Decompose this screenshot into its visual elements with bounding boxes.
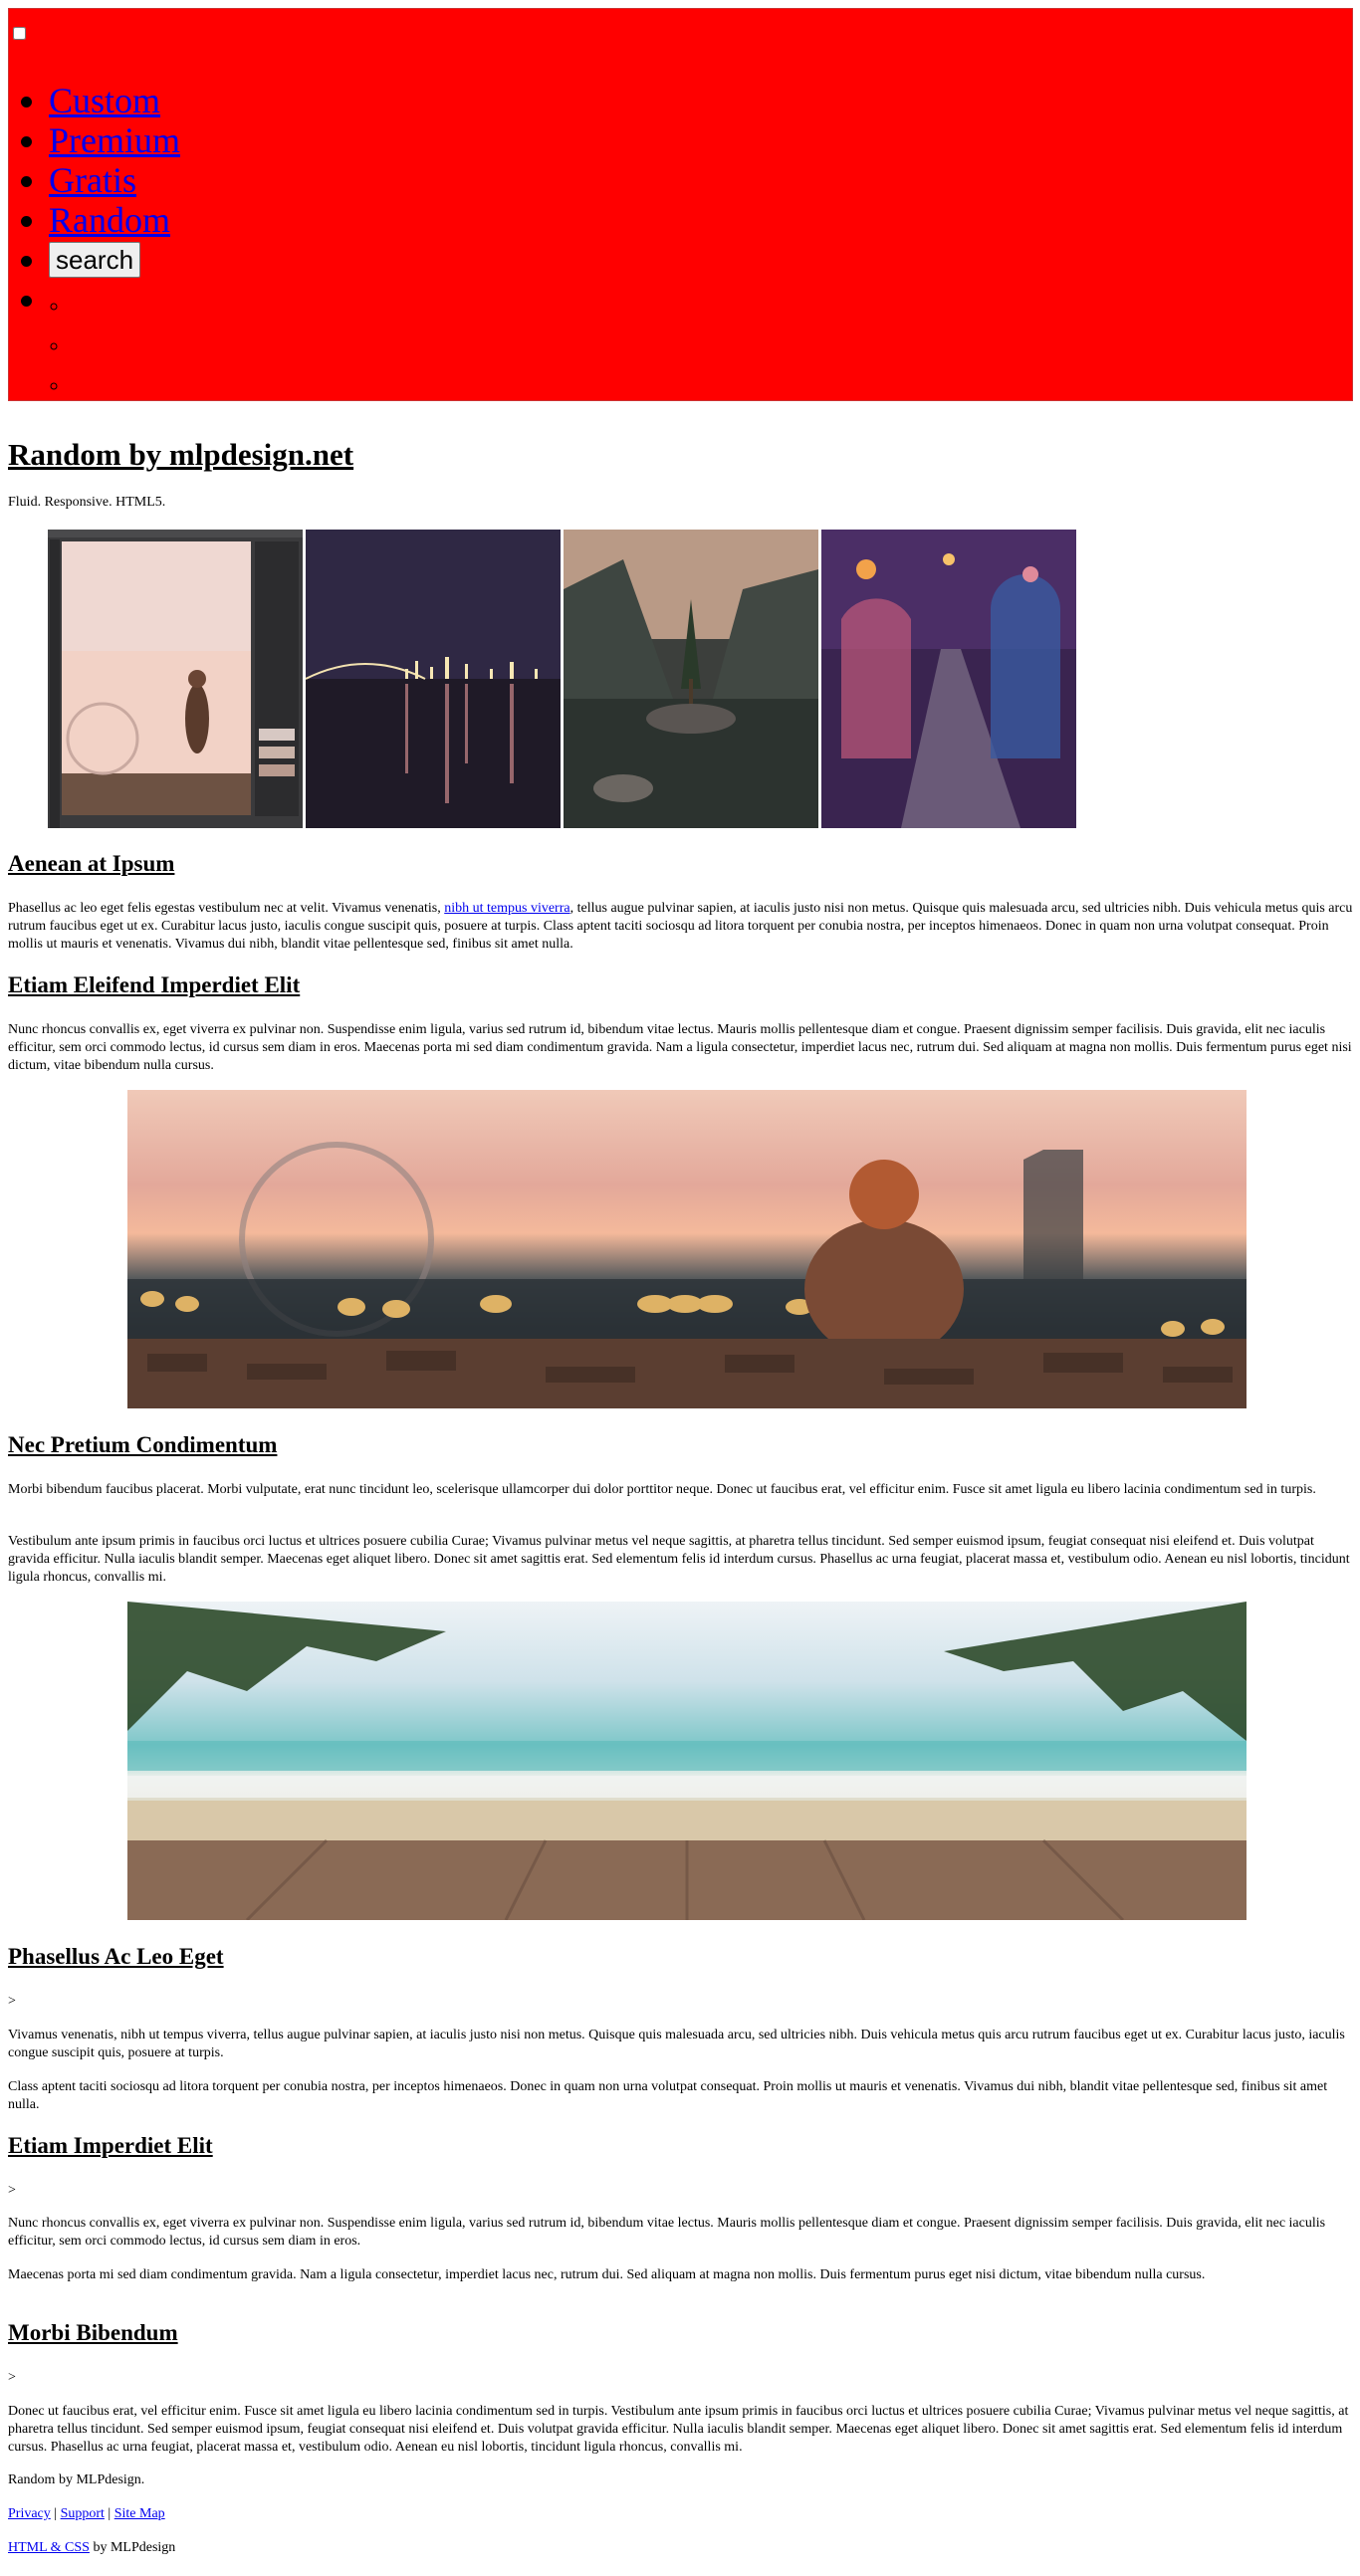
footer-separator: | [108, 2506, 112, 2521]
footer-bottom: HTML & CSS by MLPdesign [8, 2539, 175, 2557]
footer-link-support[interactable]: Support [61, 2506, 105, 2521]
menu-toggle-checkbox[interactable] [13, 27, 26, 40]
section-heading-etiam-imperdiet: Etiam Imperdiet Elit [8, 2133, 213, 2158]
mountain-lake-image [564, 530, 818, 828]
search-button[interactable]: search [49, 242, 141, 278]
nav-link-premium[interactable]: Premium [49, 120, 180, 160]
section-heading-morbi: Morbi Bibendum [8, 2320, 178, 2345]
section-heading-etiam-eleifend: Etiam Eleifend Imperdiet Elit [8, 972, 301, 997]
submenu-item [69, 325, 180, 365]
inline-link-nibh[interactable]: nibh ut tempus viverra [444, 901, 569, 916]
submenu [49, 286, 180, 405]
nav-item-premium: Premium [49, 120, 180, 160]
section-nec-pretium-paragraph-1: Morbi bibendum faucibus placerat. Morbi … [8, 1482, 1316, 1497]
section-etiam-imperdiet-paragraph-1: Nunc rhoncus convallis ex, eget viverra … [8, 2216, 1326, 2249]
main-nav: Custom Premium Gratis Random search [9, 81, 180, 320]
nav-item-custom: Custom [49, 81, 180, 120]
section-heading-nec-pretium: Nec Pretium Condimentum [8, 1432, 278, 1457]
tagline: Fluid. Responsive. HTML5. [8, 495, 166, 510]
footer-links: Privacy | Support | Site Map [8, 2505, 165, 2523]
section-marker: > [8, 1994, 16, 2009]
nav-link-gratis[interactable]: Gratis [49, 160, 136, 200]
section-etiam-imperdiet-paragraph-2: Maecenas porta mi sed diam condimentum g… [8, 2267, 1206, 2282]
thumbnail-market-street[interactable] [821, 530, 1076, 828]
section-phasellus-paragraph-1: Vivamus venenatis, nibh ut tempus viverr… [8, 2028, 1345, 2060]
city-night-image [306, 530, 561, 828]
market-street-image [821, 530, 1076, 828]
footer-link-html-css[interactable]: HTML & CSS [8, 2540, 90, 2555]
banner-sunset-image [127, 1090, 1247, 1408]
nav-link-random[interactable]: Random [49, 200, 170, 240]
section-morbi-paragraph: Donec ut faucibus erat, vel efficitur en… [8, 2404, 1349, 2455]
beach-illustration [127, 1602, 1247, 1920]
thumbnail-editor-screenshot[interactable] [48, 530, 303, 828]
footer-credit: Random by MLPdesign. [8, 2472, 145, 2487]
section-aenean-paragraph: Phasellus ac leo eget felis egestas vest… [8, 900, 1354, 954]
thumbnail-city-night[interactable] [306, 530, 561, 828]
editor-screenshot-image [48, 530, 303, 828]
section-phasellus-paragraph-2: Class aptent taciti sociosqu ad litora t… [8, 2079, 1328, 2112]
footer-separator: | [54, 2506, 58, 2521]
nav-item-random: Random [49, 200, 180, 240]
nav-item-gratis: Gratis [49, 160, 180, 200]
nav-item-search: search [49, 240, 180, 280]
section-marker: > [8, 2183, 16, 2198]
nav-item-submenu [49, 280, 180, 320]
site-header: Custom Premium Gratis Random search [8, 8, 1353, 401]
nav-link-custom[interactable]: Custom [49, 81, 160, 120]
thumbnail-strip [48, 530, 1076, 828]
section-heading-aenean: Aenean at Ipsum [8, 851, 175, 876]
thumbnail-mountain-lake[interactable] [564, 530, 818, 828]
footer-link-privacy[interactable]: Privacy [8, 2506, 51, 2521]
section-etiam-eleifend-paragraph: Nunc rhoncus convallis ex, eget viverra … [8, 1022, 1352, 1073]
paragraph-text: Phasellus ac leo eget felis egestas vest… [8, 901, 445, 916]
submenu-item [69, 365, 180, 405]
sunset-wall-illustration [127, 1142, 1247, 1408]
footer-link-site-map[interactable]: Site Map [114, 2506, 165, 2521]
section-heading-phasellus: Phasellus Ac Leo Eget [8, 1944, 224, 1969]
footer-bottom-suffix: by MLPdesign [89, 2540, 176, 2555]
page-title: Random by mlpdesign.net [8, 437, 354, 472]
section-marker: > [8, 2370, 16, 2385]
submenu-item [69, 286, 180, 325]
section-nec-pretium-paragraph-2: Vestibulum ante ipsum primis in faucibus… [8, 1534, 1350, 1585]
banner-beach-image [127, 1602, 1247, 1920]
